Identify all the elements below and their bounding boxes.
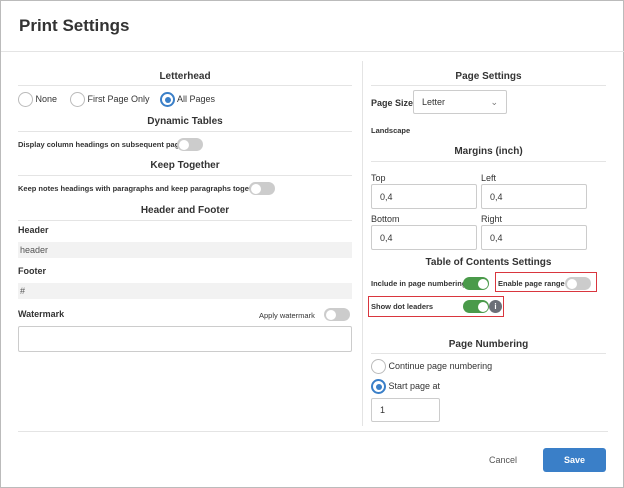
radio-label: None <box>35 93 58 104</box>
radio-selected-icon[interactable] <box>160 92 175 107</box>
radio-continue-numbering[interactable]: Continue page numbering <box>371 359 492 374</box>
radio-icon[interactable] <box>371 359 386 374</box>
radio-label: All Pages <box>177 93 216 104</box>
column-headings-label: Display column headings on subsequent pa… <box>18 140 188 149</box>
radio-label: Start page at <box>388 380 441 391</box>
page-numbering-heading: Page Numbering <box>448 339 529 350</box>
info-icon[interactable]: i <box>489 300 502 313</box>
page-range-label: Enable page range <box>498 279 565 288</box>
chevron-down-icon: ⌄ <box>490 96 498 107</box>
letterhead-heading: Letterhead <box>159 71 211 82</box>
radio-selected-icon[interactable] <box>371 379 386 394</box>
dialog-title: Print Settings <box>19 16 130 35</box>
page-size-select[interactable]: Letter ⌄ <box>413 90 507 114</box>
radio-first-page-only[interactable]: First Page Only <box>70 92 150 107</box>
bottom-label: Bottom <box>371 214 400 224</box>
dialog: Print Settings Letterhead None First Pag… <box>0 0 624 488</box>
save-button[interactable]: Save <box>543 448 606 472</box>
left-label: Left <box>481 173 497 183</box>
radio-none[interactable]: None <box>18 92 57 107</box>
column-headings-toggle[interactable] <box>177 138 203 151</box>
footer-input[interactable]: # <box>18 283 352 299</box>
page-range-toggle[interactable] <box>565 277 591 290</box>
apply-watermark-label: Apply watermark <box>259 311 315 320</box>
header-input[interactable]: header <box>18 242 352 258</box>
radio-icon[interactable] <box>70 92 85 107</box>
cancel-button[interactable]: Cancel <box>479 448 527 472</box>
bottom-margin-input[interactable]: 0,4 <box>371 225 477 250</box>
right-margin-input[interactable]: 0,4 <box>481 225 587 250</box>
watermark-label: Watermark <box>18 309 65 319</box>
include-numbering-label: Include in page numbering <box>371 279 467 288</box>
dot-leaders-label: Show dot leaders <box>371 302 434 311</box>
radio-icon[interactable] <box>18 92 33 107</box>
include-numbering-toggle[interactable] <box>463 277 489 290</box>
radio-start-page-at[interactable]: Start page at <box>371 379 440 394</box>
divider <box>1 51 624 52</box>
dot-leaders-toggle[interactable] <box>463 300 489 313</box>
margins-heading: Margins (inch) <box>454 146 523 157</box>
keep-together-heading: Keep Together <box>150 160 220 171</box>
right-label: Right <box>481 214 503 224</box>
column-divider <box>362 61 363 426</box>
orientation-label: Landscape <box>371 126 411 135</box>
radio-label: First Page Only <box>87 93 150 104</box>
page-size-label: Page Size <box>371 98 414 108</box>
keep-together-toggle[interactable] <box>249 182 275 195</box>
toc-heading: Table of Contents Settings <box>425 257 552 268</box>
footer-label: Footer <box>18 266 46 276</box>
radio-all-pages[interactable]: All Pages <box>160 92 215 107</box>
left-margin-input[interactable]: 0,4 <box>481 184 587 209</box>
watermark-input[interactable] <box>18 326 352 352</box>
header-footer-heading: Header and Footer <box>140 205 230 216</box>
page-settings-heading: Page Settings <box>455 71 522 82</box>
start-page-input[interactable]: 1 <box>371 398 440 422</box>
keep-together-label: Keep notes headings with paragraphs and … <box>18 184 264 193</box>
top-margin-input[interactable]: 0,4 <box>371 184 477 209</box>
dynamic-tables-heading: Dynamic Tables <box>147 116 223 127</box>
radio-label: Continue page numbering <box>388 360 493 371</box>
page-size-value: Letter <box>422 97 446 107</box>
apply-watermark-toggle[interactable] <box>324 308 350 321</box>
header-label: Header <box>18 225 49 235</box>
top-label: Top <box>371 173 386 183</box>
